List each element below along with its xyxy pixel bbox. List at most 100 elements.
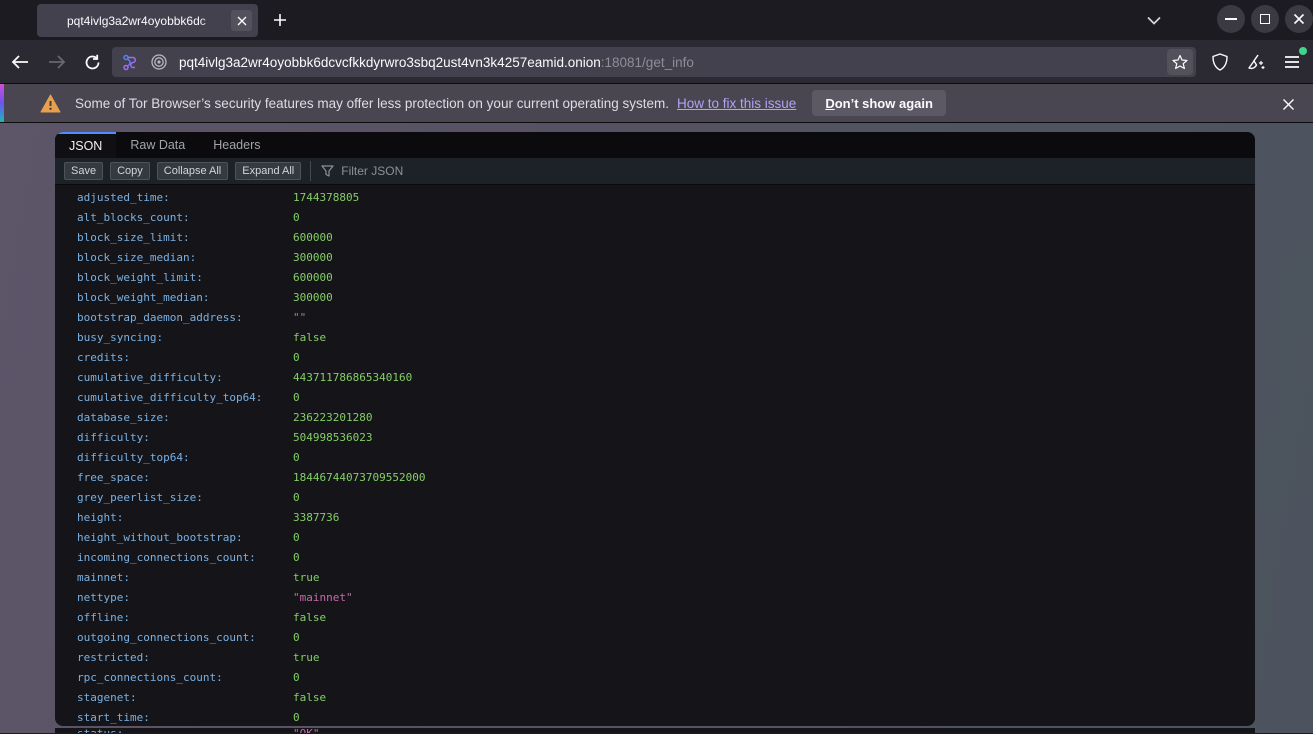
banner-help-link[interactable]: How to fix this issue	[677, 96, 796, 111]
json-key: grey_peerlist_size:	[77, 488, 293, 508]
dont-show-again-button[interactable]: Don’t show again	[812, 90, 946, 116]
json-value: 300000	[293, 251, 333, 264]
json-value: true	[293, 651, 320, 664]
chevron-down-icon	[1147, 16, 1161, 25]
hamburger-icon	[1284, 55, 1300, 69]
json-row: start_time:0	[55, 708, 1255, 726]
json-value: true	[293, 571, 320, 584]
json-value: 0	[293, 491, 300, 504]
back-button[interactable]	[8, 50, 32, 74]
json-row: rpc_connections_count:0	[55, 668, 1255, 688]
json-value: 0	[293, 671, 300, 684]
url-host: pqt4ivlg3a2wr4oyobbk6dcvcfkkdyrwro3sbq2u…	[179, 55, 601, 70]
forward-button[interactable]	[45, 50, 69, 74]
json-value: 0	[293, 351, 300, 364]
json-row: block_size_limit:600000	[55, 228, 1255, 248]
new-tab-button[interactable]	[268, 8, 292, 32]
page-content: JSON Raw Data Headers Save Copy Collapse…	[0, 123, 1313, 733]
list-all-tabs-button[interactable]	[1142, 8, 1166, 32]
tab-headers[interactable]: Headers	[199, 132, 274, 158]
json-row: height:3387736	[55, 508, 1255, 528]
json-row: restricted:true	[55, 648, 1255, 668]
json-row: cumulative_difficulty:443711786865340160	[55, 368, 1255, 388]
expand-all-button[interactable]: Expand All	[235, 162, 301, 180]
json-key: bootstrap_daemon_address:	[77, 308, 293, 328]
maximize-icon	[1260, 14, 1270, 24]
json-key: difficulty:	[77, 428, 293, 448]
json-row: alt_blocks_count:0	[55, 208, 1255, 228]
json-row: difficulty:504998536023	[55, 428, 1255, 448]
broom-icon	[1246, 53, 1266, 71]
json-key: height:	[77, 508, 293, 528]
json-row: bootstrap_daemon_address:""	[55, 308, 1255, 328]
tab-raw-data[interactable]: Raw Data	[116, 132, 199, 158]
bookmark-star-button[interactable]	[1167, 49, 1193, 75]
json-row: nettype:"mainnet"	[55, 588, 1255, 608]
browser-tab[interactable]: pqt4ivlg3a2wr4oyobbk6dc	[37, 4, 258, 37]
json-value: "mainnet"	[293, 591, 353, 604]
json-value: 3387736	[293, 511, 339, 524]
app-menu-button[interactable]	[1280, 50, 1304, 74]
titlebar: pqt4ivlg3a2wr4oyobbk6dc	[0, 0, 1313, 40]
json-row: offline:false	[55, 608, 1255, 628]
json-key: height_without_bootstrap:	[77, 528, 293, 548]
banner-close-button[interactable]	[1277, 93, 1299, 115]
url-bar[interactable]: pqt4ivlg3a2wr4oyobbk6dcvcfkkdyrwro3sbq2u…	[112, 47, 1196, 77]
json-value: 0	[293, 631, 300, 644]
json-key: free_space:	[77, 468, 293, 488]
tab-json[interactable]: JSON	[55, 132, 116, 158]
json-row: free_space:18446744073709552000	[55, 468, 1255, 488]
json-value: 0	[293, 551, 300, 564]
json-row: incoming_connections_count:0	[55, 548, 1255, 568]
collapse-all-button[interactable]: Collapse All	[157, 162, 228, 180]
json-key: outgoing_connections_count:	[77, 628, 293, 648]
json-row: stagenet:false	[55, 688, 1255, 708]
json-value: 0	[293, 531, 300, 544]
security-level-button[interactable]	[1208, 50, 1232, 74]
tab-title-fade	[200, 9, 224, 33]
window-close-button[interactable]	[1285, 5, 1313, 33]
json-row: block_weight_limit:600000	[55, 268, 1255, 288]
json-value: 443711786865340160	[293, 371, 412, 384]
json-key: block_size_limit:	[77, 228, 293, 248]
arrow-left-icon	[11, 54, 29, 70]
funnel-icon	[321, 165, 334, 177]
json-value: 0	[293, 211, 300, 224]
filter-json-input[interactable]	[341, 164, 741, 178]
tab-title: pqt4ivlg3a2wr4oyobbk6dc	[67, 14, 219, 28]
copy-button[interactable]: Copy	[110, 162, 150, 180]
security-warning-banner: Some of Tor Browser’s security features …	[0, 84, 1313, 123]
json-key: start_time:	[77, 708, 293, 726]
json-value: 0	[293, 711, 300, 724]
close-icon	[237, 16, 247, 26]
json-row: block_weight_median:300000	[55, 288, 1255, 308]
json-value: false	[293, 691, 326, 704]
json-row: outgoing_connections_count:0	[55, 628, 1255, 648]
json-row: credits:0	[55, 348, 1255, 368]
json-viewer-panel: JSON Raw Data Headers Save Copy Collapse…	[55, 132, 1255, 726]
json-value: false	[293, 331, 326, 344]
json-row: adjusted_time:1744378805	[55, 188, 1255, 208]
tab-close-button[interactable]	[231, 10, 252, 31]
close-icon	[1293, 13, 1305, 25]
window-maximize-button[interactable]	[1251, 5, 1279, 33]
reload-button[interactable]	[80, 50, 104, 74]
tor-circuit-icon[interactable]	[122, 54, 139, 71]
onion-site-icon[interactable]	[151, 54, 167, 70]
json-row: block_size_median:300000	[55, 248, 1255, 268]
json-value: 236223201280	[293, 411, 372, 424]
button-accesskey: D	[825, 96, 834, 111]
update-available-dot	[1299, 47, 1307, 55]
json-key: block_size_median:	[77, 248, 293, 268]
new-identity-button[interactable]	[1244, 50, 1268, 74]
json-key: adjusted_time:	[77, 188, 293, 208]
url-port-path: :18081/get_info	[601, 55, 694, 70]
star-icon	[1172, 54, 1188, 70]
save-button[interactable]: Save	[64, 162, 103, 180]
navigation-bar: pqt4ivlg3a2wr4oyobbk6dcvcfkkdyrwro3sbq2u…	[0, 40, 1313, 84]
json-row: difficulty_top64:0	[55, 448, 1255, 468]
window-minimize-button[interactable]	[1217, 5, 1245, 33]
json-row: cumulative_difficulty_top64:0	[55, 388, 1255, 408]
json-value: 300000	[293, 291, 333, 304]
json-row: height_without_bootstrap:0	[55, 528, 1255, 548]
